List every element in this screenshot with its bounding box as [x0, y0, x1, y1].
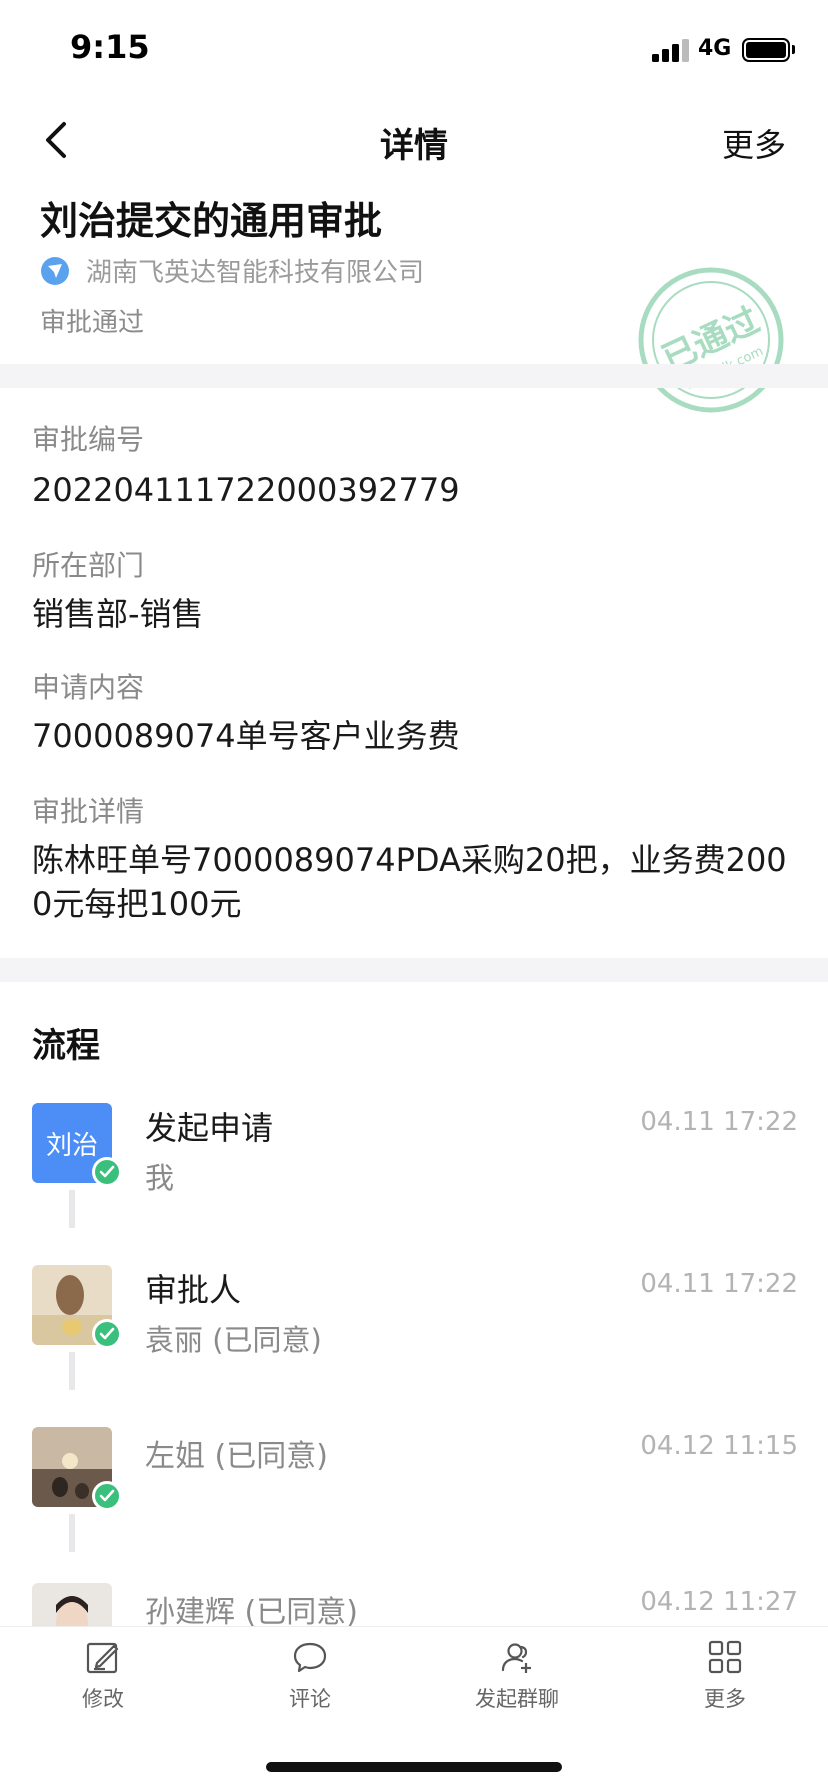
company-name: 湖南飞英达智能科技有限公司 [86, 258, 425, 288]
check-icon [92, 1157, 122, 1187]
battery-icon [742, 38, 790, 62]
section-divider [0, 958, 828, 982]
home-indicator[interactable] [266, 1762, 562, 1772]
field-value-serial: 202204111722000392779 [32, 471, 460, 509]
step-time: 04.12 11:15 [640, 1431, 798, 1461]
approval-title: 刘治提交的通用审批 [40, 199, 383, 243]
step-person: 孙建辉 (已同意) [145, 1595, 358, 1630]
tab-label: 评论 [289, 1687, 331, 1711]
flow-connector [69, 1190, 75, 1228]
step-time: 04.12 11:27 [640, 1587, 798, 1617]
field-value-dept: 销售部-销售 [32, 595, 204, 633]
company-logo-icon [41, 256, 69, 285]
grid-icon [708, 1640, 742, 1674]
battery-cap [792, 45, 795, 54]
approved-stamp: 已通过 dingtalk.com [638, 267, 784, 413]
group-chat-button[interactable]: 发起群聊 [462, 1639, 572, 1713]
group-chat-icon [501, 1643, 531, 1673]
step-person: 左姐 (已同意) [145, 1439, 328, 1474]
flow-connector [69, 1514, 75, 1552]
step-name: 审批人 [145, 1271, 242, 1309]
section-divider [0, 364, 828, 388]
flow-step[interactable]: 审批人 袁丽 (已同意) 04.11 17:22 [32, 1265, 798, 1357]
status-time: 9:15 [70, 28, 150, 66]
more-button[interactable]: 更多 [722, 120, 786, 166]
step-time: 04.11 17:22 [640, 1269, 798, 1299]
company-row: 湖南飞英达智能科技有限公司 [40, 252, 424, 289]
tab-label: 修改 [82, 1687, 124, 1711]
flow-title: 流程 [32, 1026, 100, 1066]
field-label-serial: 审批编号 [32, 423, 145, 456]
field-label-detail: 审批详情 [32, 795, 145, 828]
comment-button[interactable]: 评论 [255, 1639, 365, 1713]
flow-step[interactable]: 刘治 发起申请 我 04.11 17:22 [32, 1103, 798, 1195]
step-name: 发起申请 [145, 1109, 274, 1147]
check-icon [92, 1319, 122, 1349]
tab-label: 发起群聊 [475, 1687, 559, 1711]
nav-bar: 详情 更多 [0, 100, 828, 180]
step-person: 袁丽 (已同意) [145, 1323, 322, 1357]
flow-step[interactable]: 左姐 (已同意) 04.12 11:15 [32, 1427, 798, 1511]
field-value-detail: 陈林旺单号7000089074PDA采购20把，业务费2000元每把100元 [32, 841, 787, 923]
signal-icon [652, 38, 694, 62]
step-person: 我 [145, 1161, 175, 1195]
field-label-dept: 所在部门 [32, 549, 145, 582]
field-label-content: 申请内容 [32, 671, 145, 704]
edit-button[interactable]: 修改 [48, 1639, 158, 1713]
tab-label: 更多 [704, 1687, 746, 1711]
status-bar: 9:15 4G [0, 0, 828, 100]
page-title: 详情 [380, 126, 448, 166]
flow-connector [69, 1352, 75, 1390]
field-value-content: 7000089074单号客户业务费 [32, 717, 460, 755]
comment-icon [293, 1642, 327, 1673]
approval-status: 审批通过 [40, 308, 145, 338]
edit-icon [86, 1642, 119, 1674]
more-actions-button[interactable]: 更多 [670, 1639, 780, 1713]
network-type: 4G [698, 36, 732, 61]
step-time: 04.11 17:22 [640, 1107, 798, 1137]
check-icon [92, 1481, 122, 1511]
